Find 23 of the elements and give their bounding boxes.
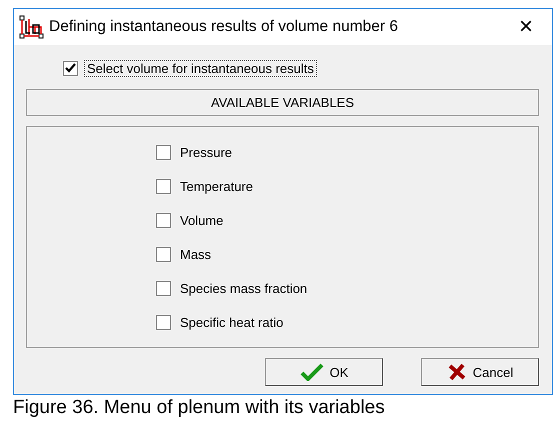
select-volume-checkbox[interactable]	[63, 60, 78, 76]
variable-label: Temperature	[180, 178, 253, 194]
variable-label: Specific heat ratio	[180, 314, 284, 330]
close-button[interactable]: ×	[506, 12, 546, 42]
variable-checkbox[interactable]	[156, 144, 171, 160]
variable-checkbox[interactable]	[156, 212, 171, 228]
variable-checkbox[interactable]	[156, 246, 171, 262]
cancel-button[interactable]: Cancel	[421, 358, 539, 386]
checkbox-label: Select volume for instantaneous results	[84, 60, 317, 76]
app-logo-icon	[19, 15, 45, 39]
variable-label: Species mass fraction	[180, 280, 308, 296]
cross-icon	[446, 363, 467, 381]
figure-caption: Figure 36. Menu of plenum with its variables	[13, 397, 386, 419]
checkmark-icon	[300, 363, 324, 381]
variable-checkbox[interactable]	[156, 314, 171, 330]
variable-checkbox[interactable]	[156, 280, 171, 296]
variable-label: Volume	[180, 212, 224, 228]
section-header: AVAILABLE VARIABLES	[26, 89, 539, 116]
variable-checkbox[interactable]	[156, 178, 171, 194]
ok-button[interactable]: OK	[265, 358, 383, 386]
variable-label: Pressure	[180, 144, 232, 160]
window-title: Defining instantaneous results of volume number 6	[49, 18, 399, 36]
variable-label: Mass	[180, 246, 212, 262]
